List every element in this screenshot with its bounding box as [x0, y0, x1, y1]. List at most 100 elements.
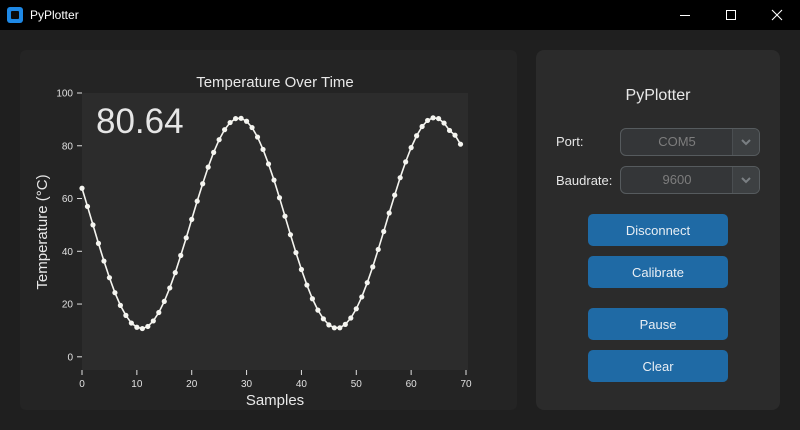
baudrate-value: 9600: [662, 172, 692, 187]
data-point: [452, 132, 458, 138]
data-point: [435, 115, 442, 122]
port-combobox[interactable]: COM5: [620, 128, 760, 156]
x-tick-label: 50: [351, 379, 363, 390]
data-point: [233, 115, 239, 122]
data-point: [375, 246, 381, 253]
data-point: [150, 318, 156, 324]
data-point: [309, 296, 315, 302]
port-dropdown-arrow[interactable]: [732, 129, 759, 155]
y-axis-label: Temperature (°C): [34, 174, 51, 289]
baudrate-combobox[interactable]: 9600: [620, 166, 760, 194]
data-point: [419, 123, 425, 130]
data-point: [348, 315, 354, 321]
chevron-down-icon: [741, 177, 751, 184]
data-point: [139, 325, 145, 332]
data-point: [392, 192, 398, 198]
data-point: [381, 228, 387, 235]
minimize-button[interactable]: [662, 0, 708, 30]
data-point: [298, 266, 305, 273]
data-point: [364, 280, 370, 286]
data-point: [194, 198, 200, 204]
data-point: [315, 307, 321, 313]
pause-button[interactable]: Pause: [588, 308, 728, 340]
data-point: [337, 325, 343, 331]
data-point: [90, 222, 96, 228]
data-point: [293, 250, 299, 256]
maximize-icon: [726, 10, 736, 20]
window-title: PyPlotter: [30, 8, 79, 22]
data-point: [457, 141, 464, 147]
data-point: [271, 177, 277, 183]
x-tick-label: 20: [186, 379, 198, 390]
data-point: [211, 149, 217, 155]
control-panel: PyPlotter Port: COM5 Baudrate: 9600 Disc…: [536, 50, 780, 410]
data-point: [265, 161, 272, 167]
data-point: [106, 275, 113, 281]
port-label: Port:: [556, 134, 584, 149]
calibrate-button[interactable]: Calibrate: [588, 256, 728, 288]
data-point: [386, 210, 392, 216]
data-point: [441, 120, 447, 126]
baudrate-dropdown-arrow[interactable]: [732, 167, 759, 193]
data-point: [276, 195, 283, 201]
data-point: [117, 302, 123, 308]
maximize-button[interactable]: [708, 0, 754, 30]
data-point: [167, 285, 173, 291]
data-point: [287, 232, 294, 238]
x-tick-label: 0: [79, 379, 85, 390]
x-tick-label: 40: [296, 379, 308, 390]
data-point: [238, 115, 244, 121]
data-point: [446, 127, 453, 134]
close-button[interactable]: [754, 0, 800, 30]
data-point: [161, 298, 167, 305]
data-point: [282, 213, 288, 219]
data-point: [254, 134, 261, 140]
port-value: COM5: [658, 134, 696, 149]
app-window-icon: [7, 7, 23, 23]
data-point: [145, 323, 151, 330]
data-point: [403, 159, 409, 165]
data-point: [101, 258, 107, 264]
data-point: [304, 282, 310, 288]
temperature-chart: Temperature Over Time 80.64 Samples Temp…: [34, 74, 472, 409]
close-icon: [771, 9, 783, 21]
current-value-readout: 80.64: [96, 102, 184, 141]
y-tick-label: 0: [67, 352, 73, 363]
y-tick-label: 100: [56, 89, 73, 100]
data-point: [222, 127, 228, 133]
data-point: [178, 252, 184, 259]
x-tick-label: 70: [460, 379, 472, 390]
plot-panel: Temperature Over Time 80.64 Samples Temp…: [20, 50, 517, 410]
chart-title: Temperature Over Time: [196, 74, 354, 91]
data-point: [216, 137, 222, 143]
data-point: [353, 306, 359, 312]
clear-button[interactable]: Clear: [588, 350, 728, 382]
data-point: [134, 324, 140, 330]
data-point: [84, 203, 91, 210]
data-point: [249, 124, 255, 131]
data-point: [95, 240, 102, 246]
data-point: [205, 164, 211, 170]
data-point: [359, 294, 365, 300]
data-point: [425, 117, 431, 124]
disconnect-button[interactable]: Disconnect: [588, 214, 728, 246]
data-point: [320, 316, 326, 322]
control-panel-title: PyPlotter: [625, 87, 691, 104]
y-tick-label: 80: [62, 141, 74, 152]
baudrate-label: Baudrate:: [556, 173, 613, 188]
data-point: [183, 235, 189, 241]
data-point: [331, 325, 337, 331]
data-point: [370, 264, 376, 270]
data-point: [200, 181, 206, 187]
data-point: [260, 146, 266, 153]
title-bar: PyPlotter: [0, 0, 800, 30]
data-point: [397, 175, 403, 181]
x-tick-label: 10: [131, 379, 143, 390]
y-tick-label: 40: [62, 247, 74, 258]
data-point: [123, 312, 129, 318]
data-point: [326, 322, 332, 328]
chevron-down-icon: [741, 139, 751, 146]
data-point: [189, 216, 195, 222]
data-point: [408, 145, 414, 151]
y-tick-label: 60: [62, 194, 74, 205]
